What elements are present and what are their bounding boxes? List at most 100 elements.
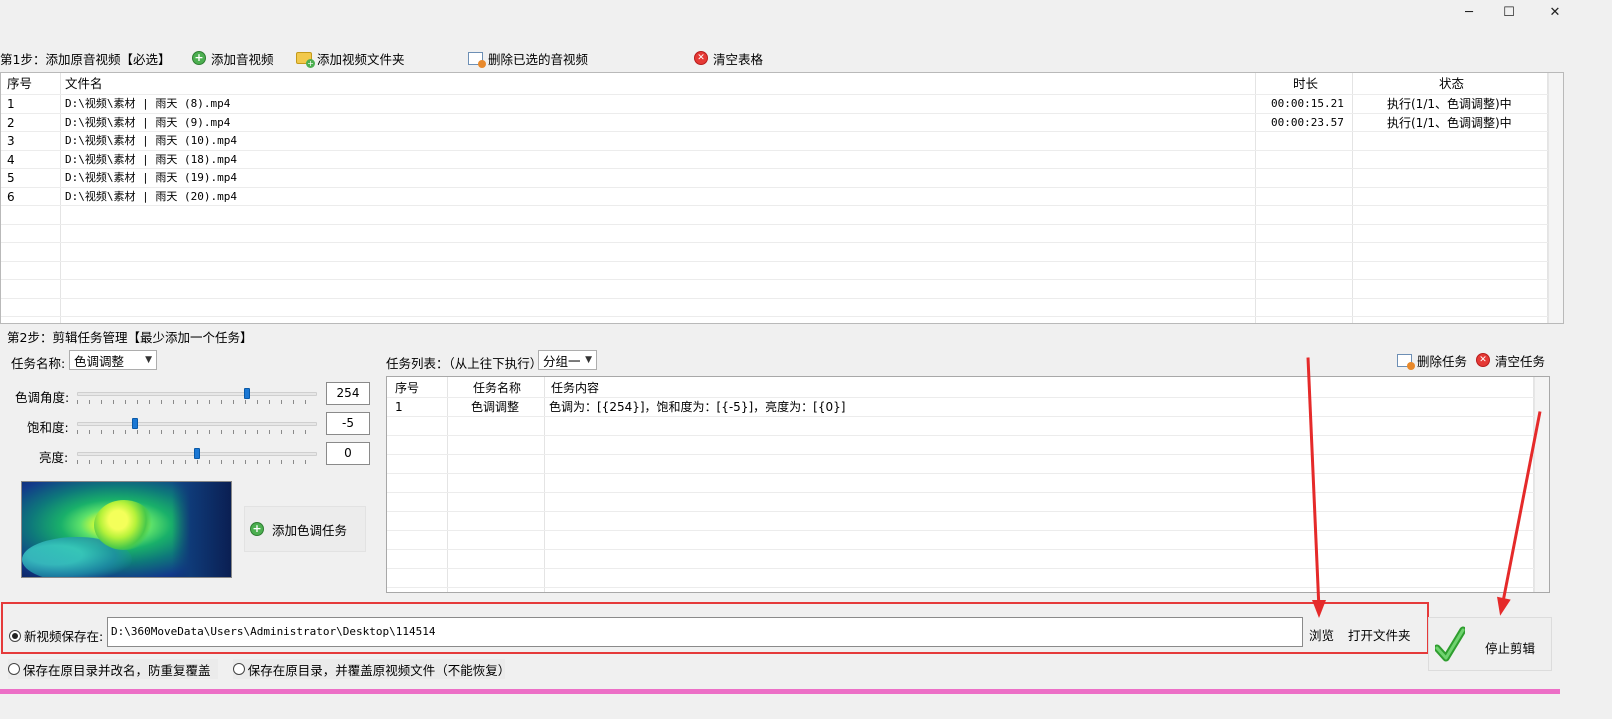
task-row-content: 色调为：[{254}]，饱和度为：[{-5}]，亮度为：[{0}] <box>549 400 846 414</box>
hue-slider[interactable] <box>77 385 317 405</box>
task-col-name[interactable]: 任务名称 <box>473 377 521 396</box>
brightness-value-field[interactable]: 0 <box>326 442 370 465</box>
add-icon: + <box>250 522 264 536</box>
table-row[interactable] <box>1 262 1549 280</box>
table-row[interactable] <box>1 299 1549 317</box>
table-row[interactable] <box>1 280 1549 299</box>
preview-shadow <box>172 482 231 577</box>
task-col-content[interactable]: 任务内容 <box>551 377 599 396</box>
clear-tasks-button[interactable]: ✕ 清空任务 <box>1472 348 1549 372</box>
minimize-icon: ─ <box>1465 4 1473 20</box>
table-row[interactable]: 6 D:\视频\素材 | 雨天 (20).mp4 <box>1 188 1549 206</box>
task-row[interactable] <box>387 474 1535 493</box>
slider-track <box>77 392 317 396</box>
row-filename: D:\视频\素材 | 雨天 (20).mp4 <box>65 189 237 203</box>
delete-task-icon <box>1397 353 1415 370</box>
new-location-radio[interactable]: 新视频保存在: <box>9 626 103 645</box>
row-filename: D:\视频\素材 | 雨天 (8).mp4 <box>65 97 231 110</box>
vertical-scrollbar[interactable] <box>1548 73 1563 323</box>
saturation-label: 饱和度: <box>27 420 69 435</box>
table-row[interactable] <box>1 243 1549 262</box>
slider-ticks <box>77 400 317 404</box>
col-header-duration[interactable]: 时长 <box>1293 73 1318 95</box>
table-row[interactable]: 3 D:\视频\素材 | 雨天 (10).mp4 <box>1 132 1549 151</box>
saturation-value-field[interactable]: -5 <box>326 412 370 435</box>
task-row[interactable] <box>387 455 1535 474</box>
open-folder-button[interactable]: 打开文件夹 <box>1348 625 1411 644</box>
radio-unselected[interactable] <box>233 663 245 675</box>
col-header-status[interactable]: 状态 <box>1439 73 1464 95</box>
slider-track <box>77 422 317 426</box>
clear-icon: ✕ <box>1476 353 1490 367</box>
radio-selected[interactable] <box>9 629 21 642</box>
slider-thumb[interactable] <box>131 418 138 429</box>
slider-thumb[interactable] <box>244 388 251 399</box>
row-number: 6 <box>7 189 15 204</box>
task-name-value: 色调调整 <box>74 353 125 369</box>
color-preview-image <box>21 481 232 578</box>
maximize-button[interactable]: ☐ <box>1488 0 1530 24</box>
row-filename: D:\视频\素材 | 雨天 (19).mp4 <box>65 171 237 184</box>
task-name-label: 任务名称: <box>11 356 66 371</box>
arrow-head <box>1312 600 1326 618</box>
task-row[interactable] <box>387 436 1535 455</box>
table-row[interactable] <box>1 206 1549 225</box>
step2-label: 第2步：剪辑任务管理【最少添加一个任务】 <box>7 330 253 345</box>
task-col-no[interactable]: 序号 <box>395 377 419 396</box>
add-folder-button[interactable]: 添加视频文件夹 <box>292 46 409 70</box>
close-button[interactable]: ✕ <box>1534 0 1576 24</box>
task-row[interactable] <box>387 550 1535 569</box>
slider-thumb[interactable] <box>194 448 200 459</box>
delete-task-button[interactable]: 删除任务 <box>1393 348 1471 372</box>
task-table[interactable]: 序号 任务名称 任务内容 1 色调调整 色调为：[{254}]，饱和度为：[{-5}… <box>386 376 1550 593</box>
col-header-filename[interactable]: 文件名 <box>65 73 103 95</box>
table-row[interactable]: 4 D:\视频\素材 | 雨天 (18).mp4 <box>1 151 1549 169</box>
brightness-slider[interactable] <box>77 445 317 465</box>
row-status: 执行(1/1、色调调整)中 <box>1387 97 1512 111</box>
clear-table-button[interactable]: ✕ 清空表格 <box>690 46 767 70</box>
rename-radio[interactable]: 保存在原目录并改名，防重复覆盖 <box>8 659 218 679</box>
preview-flower <box>94 500 154 550</box>
add-color-task-button[interactable]: + 添加色调任务 <box>244 506 366 552</box>
table-row[interactable]: 2 D:\视频\素材 | 雨天 (9).mp4 00:00:23.57 执行(1/1、… <box>1 114 1549 132</box>
table-header: 序号 文件名 时长 状态 <box>1 73 1549 95</box>
stop-edit-label: 停止剪辑 <box>1485 641 1536 656</box>
task-row[interactable] <box>387 417 1535 436</box>
maximize-icon: ☐ <box>1503 4 1515 20</box>
clear-icon: ✕ <box>694 51 708 65</box>
browse-button[interactable]: 浏览 <box>1309 625 1334 644</box>
task-name-select[interactable]: 色调调整 ▼ <box>69 350 157 370</box>
row-number: 1 <box>7 97 15 111</box>
row-filename: D:\视频\素材 | 雨天 (10).mp4 <box>65 134 237 147</box>
task-list-label: 任务列表：（从上往下执行） <box>386 356 543 371</box>
hue-value-field[interactable]: 254 <box>326 382 370 405</box>
arrow-head <box>1493 596 1511 618</box>
add-media-button[interactable]: + 添加音视频 <box>188 46 278 70</box>
delete-file-icon <box>468 51 486 68</box>
file-table[interactable]: 序号 文件名 时长 状态 1 D:\视频\素材 | 雨天 (8).mp4 00:00… <box>0 72 1564 324</box>
col-header-no[interactable]: 序号 <box>7 73 32 95</box>
table-row[interactable] <box>1 225 1549 243</box>
add-media-label: 添加音视频 <box>211 51 274 67</box>
saturation-slider[interactable] <box>77 415 317 435</box>
delete-selected-button[interactable]: 删除已选的音视频 <box>464 46 592 70</box>
group-select[interactable]: 分组一 ▼ <box>538 350 597 370</box>
stop-edit-button[interactable]: 停止剪辑 <box>1428 617 1552 671</box>
task-row[interactable] <box>387 512 1535 531</box>
overwrite-radio[interactable]: 保存在原目录，并覆盖原视频文件（不能恢复） <box>233 659 510 679</box>
folder-add-icon <box>296 52 315 68</box>
delete-task-label: 删除任务 <box>1417 353 1468 369</box>
radio-unselected[interactable] <box>8 663 20 675</box>
save-path-input[interactable]: D:\360MoveData\Users\Administrator\Deskt… <box>107 617 1303 647</box>
minimize-button[interactable]: ─ <box>1448 0 1490 24</box>
vertical-scrollbar[interactable] <box>1534 377 1549 592</box>
row-number: 3 <box>7 134 15 148</box>
add-folder-label: 添加视频文件夹 <box>317 51 405 67</box>
table-row[interactable]: 5 D:\视频\素材 | 雨天 (19).mp4 <box>1 169 1549 188</box>
task-row[interactable]: 1 色调调整 色调为：[{254}]，饱和度为：[{-5}]，亮度为：[{0}] <box>387 398 1535 417</box>
task-row[interactable] <box>387 493 1535 512</box>
task-row[interactable] <box>387 569 1535 588</box>
table-row[interactable]: 1 D:\视频\素材 | 雨天 (8).mp4 00:00:15.21 执行(1/1、… <box>1 95 1549 114</box>
task-row[interactable] <box>387 531 1535 550</box>
hue-label: 色调角度: <box>15 390 70 405</box>
